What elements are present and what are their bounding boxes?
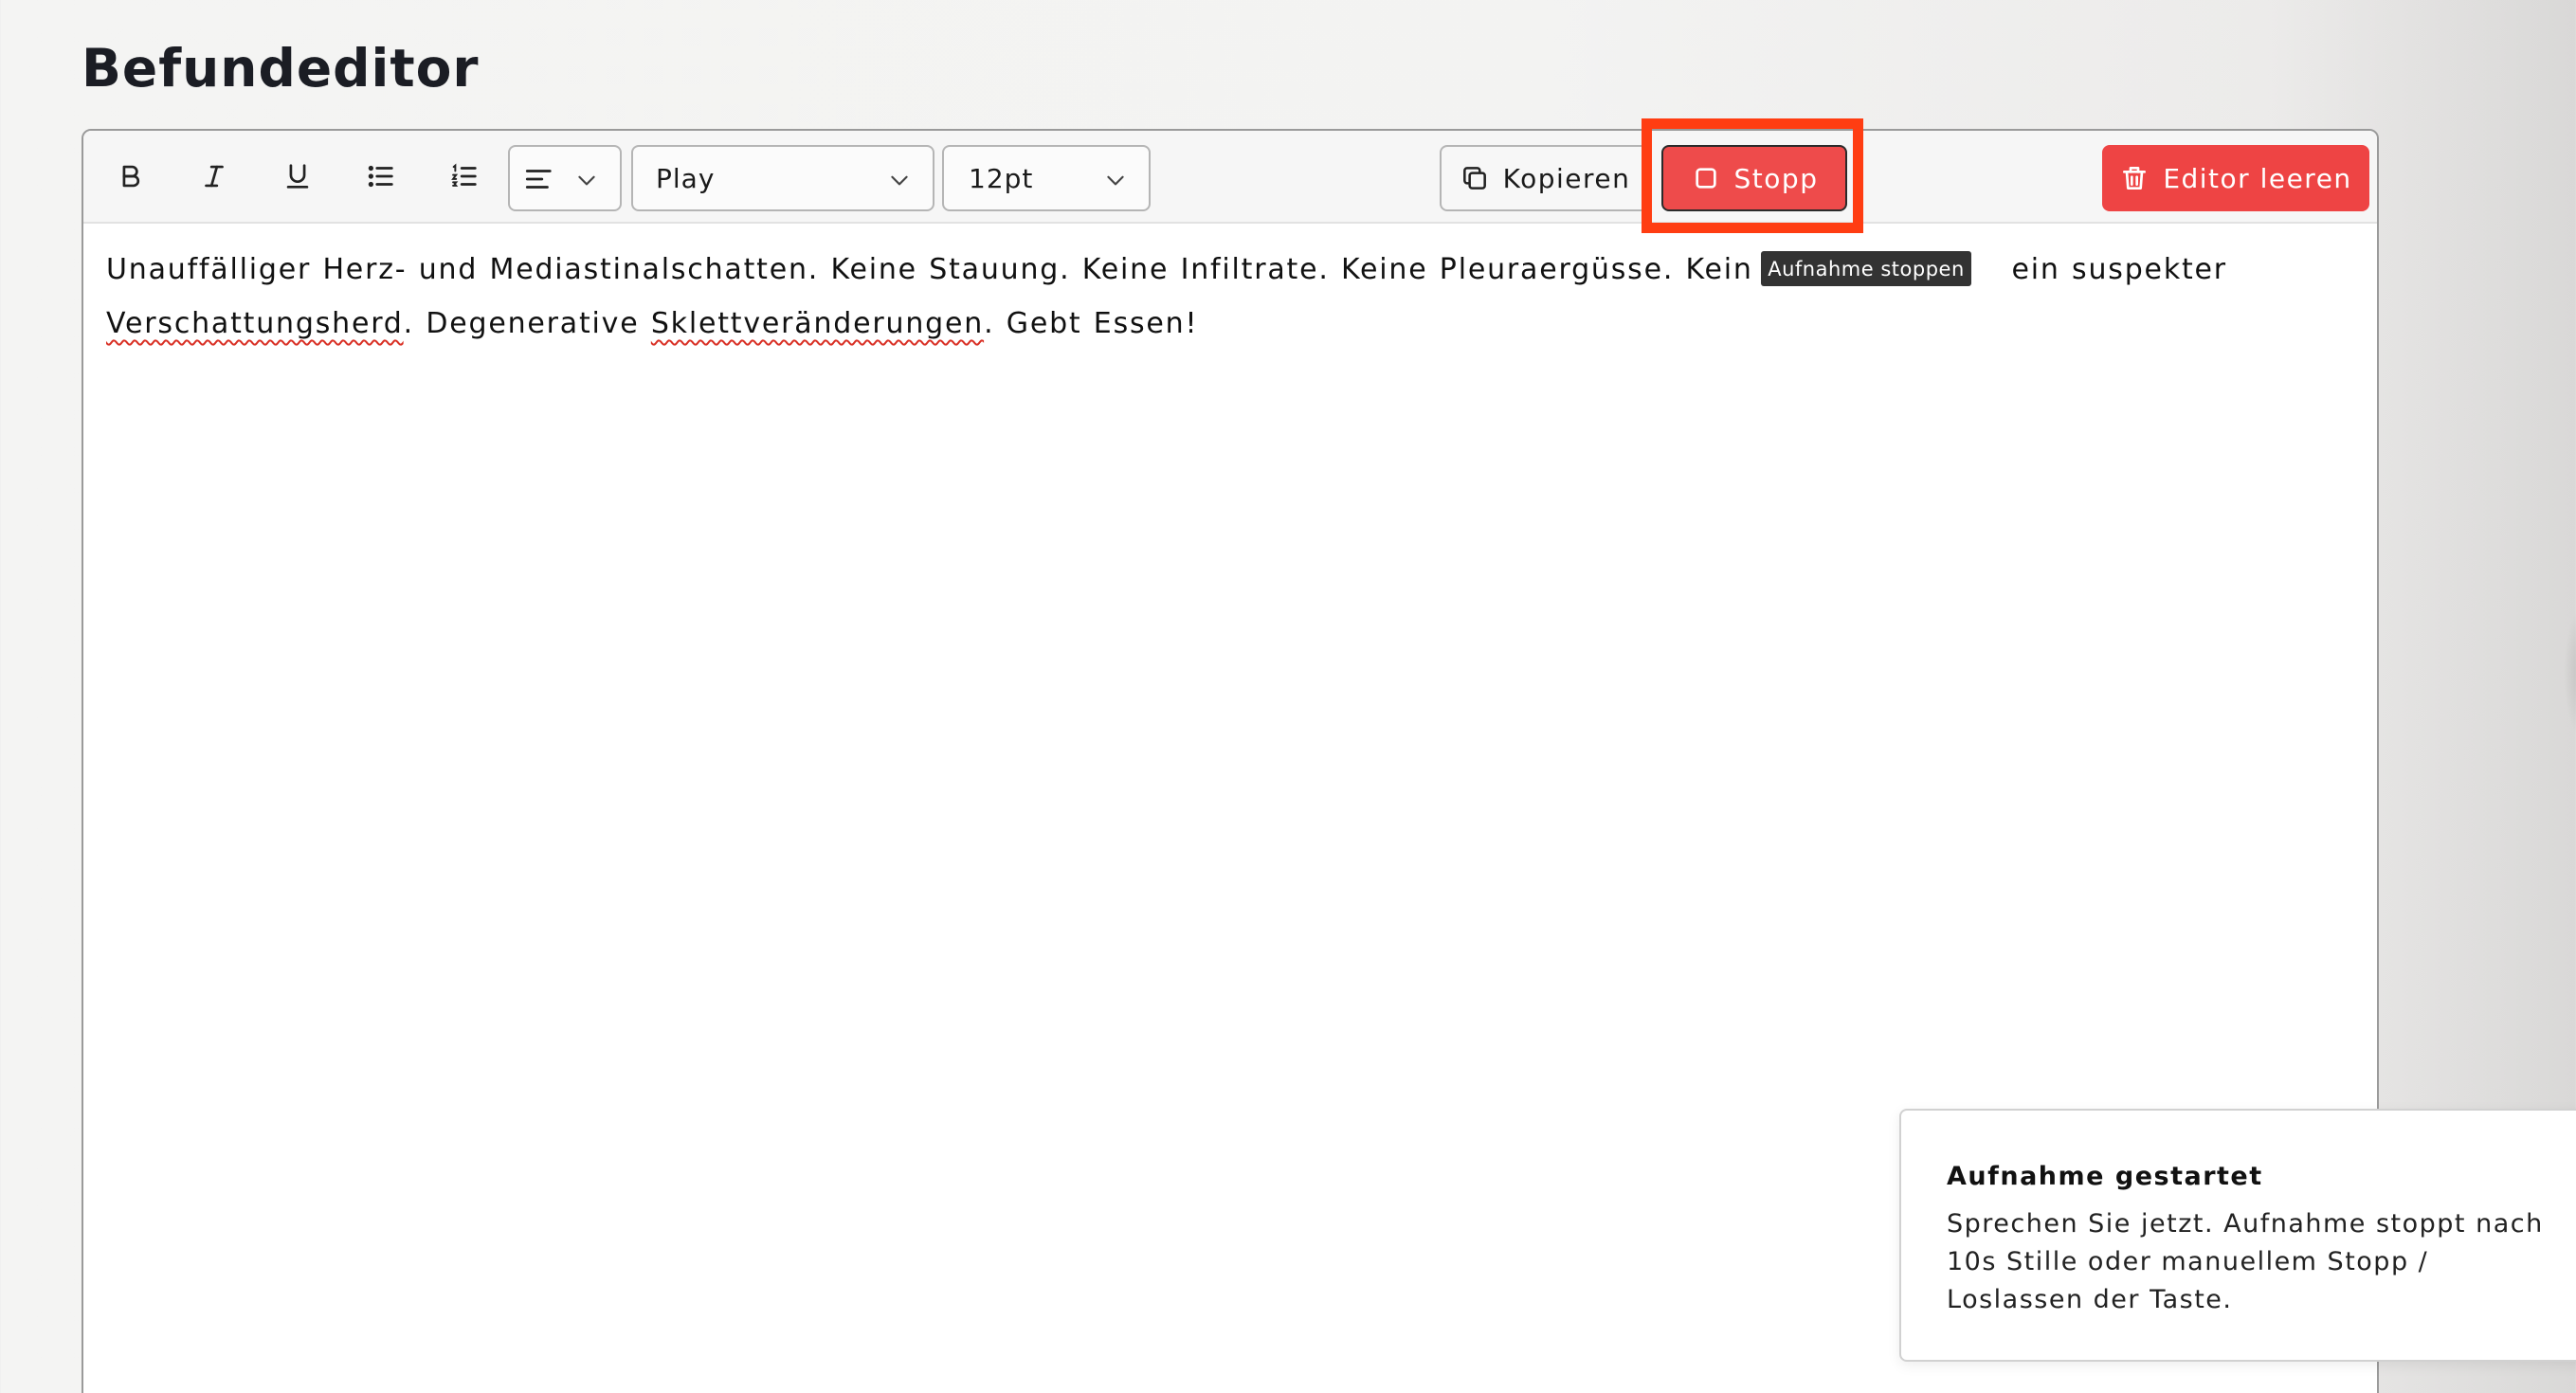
font-size-select[interactable]: 12pt: [942, 145, 1151, 211]
editor-text: Unauffälliger Herz- und Mediastinalschat…: [106, 253, 1823, 286]
misspelled-word: Sklettveränderungen: [650, 307, 985, 340]
chevron-down-icon: [578, 175, 595, 186]
stop-button[interactable]: Stopp: [1661, 145, 1847, 211]
copy-icon: [1462, 167, 1486, 190]
bullet-list-button[interactable]: [353, 150, 409, 203]
clear-editor-label: Editor leeren: [2163, 162, 2352, 194]
chevron-down-icon: [891, 175, 908, 186]
misspelled-word: Verschattungsherd: [106, 307, 404, 340]
toast-message: Sprechen Sie jetzt. Aufnahme stoppt nach…: [1947, 1209, 2544, 1314]
stop-icon: [1695, 168, 1716, 189]
stop-tooltip: Aufnahme stoppen: [1761, 251, 1971, 286]
toast-title: Aufnahme gestartet: [1947, 1162, 2263, 1191]
bold-button[interactable]: [102, 150, 159, 203]
numbered-list-button[interactable]: [436, 150, 493, 203]
underline-icon: [286, 164, 309, 189]
trash-icon: [2123, 167, 2147, 190]
numbered-list-icon: [451, 163, 477, 187]
editor-text: ein suspekter: [2011, 253, 2227, 286]
editor-toolbar: Play 12pt Kopieren Stopp Editor leeren: [83, 131, 2377, 224]
stop-button-label: Stopp: [1733, 162, 1819, 194]
edge-shadow: [2564, 606, 2576, 739]
font-select[interactable]: Play: [631, 145, 934, 211]
copy-button[interactable]: Kopieren: [1440, 145, 1650, 211]
editor-text: . Degenerative: [403, 307, 651, 340]
editor-text: . Gebt Essen!: [984, 307, 1199, 340]
recording-toast: Aufnahme gestartet Sprechen Sie jetzt. A…: [1899, 1109, 2576, 1362]
clear-editor-button[interactable]: Editor leeren: [2102, 145, 2369, 211]
page-title: Befundeditor: [82, 38, 480, 99]
font-size-value: 12pt: [969, 162, 1034, 194]
italic-button[interactable]: [186, 150, 243, 203]
copy-button-label: Kopieren: [1502, 162, 1631, 194]
underline-button[interactable]: [269, 150, 326, 203]
chevron-down-icon: [1107, 175, 1124, 186]
align-left-icon: [525, 170, 552, 189]
bullet-list-icon: [368, 165, 393, 188]
italic-icon: [205, 165, 224, 188]
bold-icon: [122, 165, 140, 188]
font-select-value: Play: [656, 162, 716, 194]
align-select[interactable]: [508, 145, 622, 211]
